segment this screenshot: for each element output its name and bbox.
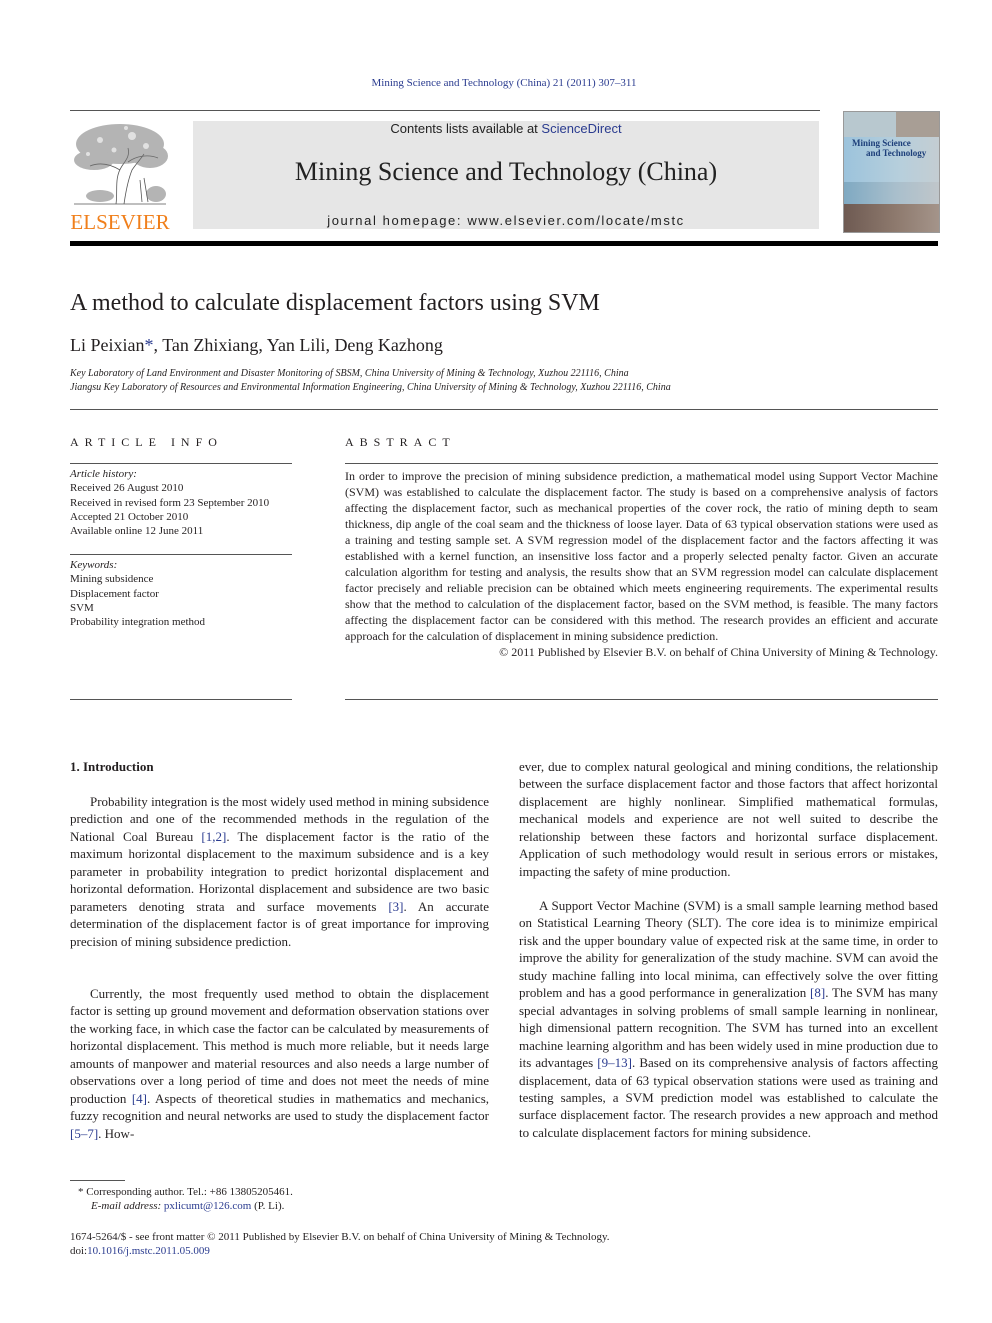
keyword: SVM — [70, 601, 94, 614]
article-title: A method to calculate displacement facto… — [70, 290, 600, 316]
masthead-bottom-rule — [70, 241, 938, 246]
masthead-top-rule — [70, 110, 820, 111]
paragraph-text: ever, due to complex natural geological … — [519, 759, 938, 879]
intro-paragraph-3: A Support Vector Machine (SVM) is a smal… — [519, 897, 938, 1141]
email-suffix: (P. Li). — [251, 1200, 285, 1212]
article-info-end-rule — [70, 699, 292, 700]
intro-paragraph-1: Probability integration is the most wide… — [70, 793, 489, 950]
keywords: Keywords: Mining subsidence Displacement… — [70, 558, 205, 629]
sciencedirect-link[interactable]: ScienceDirect — [541, 121, 621, 136]
citation-link[interactable]: [5–7] — [70, 1126, 98, 1141]
corresponding-author-mark[interactable]: * — [145, 335, 154, 355]
elsevier-logo[interactable]: ELSEVIER — [70, 120, 170, 234]
header-divider — [70, 409, 938, 410]
author-separator: , — [153, 335, 163, 355]
cover-title: Mining Science and Technology — [852, 138, 937, 158]
section-heading-introduction: 1. Introduction — [70, 759, 154, 774]
doi-line: doi:10.1016/j.mstc.2011.05.009 — [70, 1245, 210, 1257]
keywords-rule — [70, 554, 292, 555]
history-item: Available online 12 June 2011 — [70, 525, 204, 538]
intro-paragraph-2-continued: ever, due to complex natural geological … — [519, 758, 938, 880]
paragraph-text: . How- — [98, 1125, 135, 1141]
author-name[interactable]: Li Peixian — [70, 335, 145, 355]
issn-line: 1674-5264/$ - see front matter © 2011 Pu… — [70, 1231, 610, 1243]
footnote-rule — [70, 1180, 125, 1181]
author-separator: , — [258, 335, 267, 355]
citation-link[interactable]: [4] — [132, 1091, 147, 1106]
cover-band-bottom — [844, 204, 939, 232]
email-note: E-mail address: pxlicumt@126.com (P. Li)… — [91, 1200, 284, 1212]
abstract-copyright: © 2011 Published by Elsevier B.V. on beh… — [499, 645, 938, 659]
article-history-label: Article history: — [70, 468, 137, 480]
journal-citation-link[interactable]: Mining Science and Technology (China) 21… — [372, 77, 637, 89]
journal-cover-thumbnail[interactable]: Mining Science and Technology — [843, 111, 940, 233]
abstract-rule — [345, 463, 938, 464]
homepage-prefix: journal homepage: — [327, 213, 468, 228]
affiliation: Key Laboratory of Land Environment and D… — [70, 368, 629, 379]
author-name[interactable]: Yan Lili — [267, 335, 326, 355]
corresponding-author-note: * Corresponding author. Tel.: +86 138052… — [78, 1186, 293, 1198]
history-item: Accepted 21 October 2010 — [70, 510, 189, 523]
homepage-url-link[interactable]: www.elsevier.com/locate/mstc — [467, 213, 684, 228]
journal-masthead: Contents lists available at ScienceDirec… — [193, 121, 819, 229]
running-head[interactable]: Mining Science and Technology (China) 21… — [0, 77, 992, 89]
author-list: Li Peixian*, Tan Zhixiang, Yan Lili, Den… — [70, 335, 443, 356]
citation-link[interactable]: [3] — [388, 899, 403, 914]
elsevier-tree-icon — [70, 120, 170, 208]
citation-link[interactable]: [1,2] — [201, 829, 226, 844]
abstract: In order to improve the precision of min… — [345, 468, 938, 660]
abstract-body: In order to improve the precision of min… — [345, 469, 938, 643]
history-item: Received in revised form 23 September 20… — [70, 496, 270, 509]
email-label: E-mail address: — [91, 1200, 164, 1212]
email-link[interactable]: pxlicumt@126.com — [164, 1200, 251, 1212]
keyword: Probability integration method — [70, 616, 206, 629]
journal-homepage: journal homepage: www.elsevier.com/locat… — [193, 213, 819, 228]
author-name[interactable]: Tan Zhixiang — [162, 335, 258, 355]
article-history: Article history: Received 26 August 2010… — [70, 467, 269, 538]
doi-label: doi: — [70, 1245, 88, 1257]
abstract-heading: ABSTRACT — [345, 435, 456, 449]
intro-paragraph-2: Currently, the most frequently used meth… — [70, 985, 489, 1142]
author-name[interactable]: Deng Kazhong — [334, 335, 442, 355]
citation-link[interactable]: [9–13] — [597, 1055, 632, 1070]
doi-link[interactable]: 10.1016/j.mstc.2011.05.009 — [87, 1245, 210, 1257]
article-info-heading: ARTICLE INFO — [70, 435, 223, 449]
article-info-rule — [70, 463, 292, 464]
affiliation: Jiangsu Key Laboratory of Resources and … — [70, 382, 671, 393]
cover-title-line2: and Technology — [866, 148, 927, 158]
citation-link[interactable]: [8] — [810, 985, 825, 1000]
keywords-label: Keywords: — [70, 559, 118, 571]
keyword: Displacement factor — [70, 587, 159, 600]
journal-title: Mining Science and Technology (China) — [294, 157, 718, 186]
contents-line: Contents lists available at ScienceDirec… — [193, 121, 819, 136]
keyword: Mining subsidence — [70, 573, 154, 586]
history-item: Received 26 August 2010 — [70, 482, 184, 495]
contents-prefix: Contents lists available at — [390, 121, 542, 136]
paragraph-text: Currently, the most frequently used meth… — [70, 986, 489, 1106]
cover-band-top — [844, 112, 939, 137]
cover-band-lower — [844, 182, 939, 204]
abstract-end-rule — [345, 699, 938, 700]
cover-title-line1: Mining Science — [852, 138, 911, 148]
elsevier-wordmark: ELSEVIER — [70, 210, 170, 234]
